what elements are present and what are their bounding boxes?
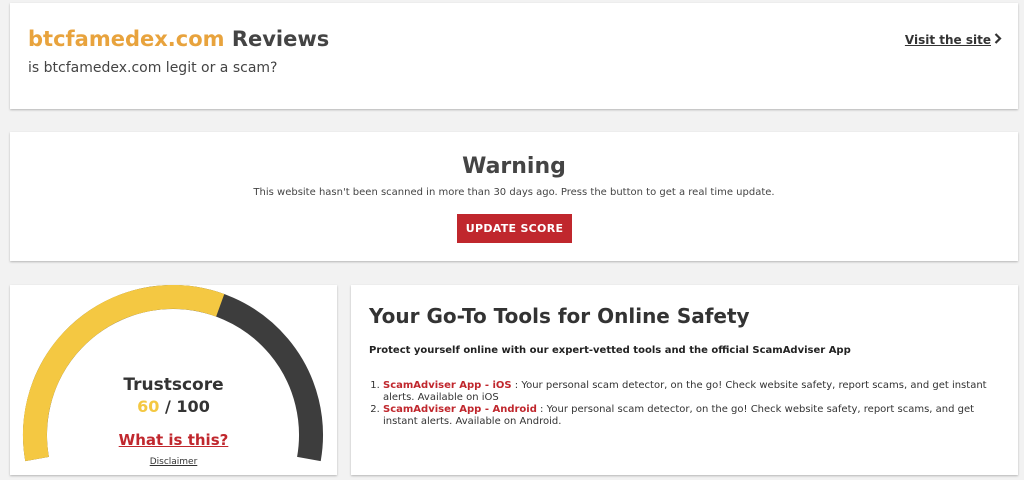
visit-site-label: Visit the site xyxy=(904,33,991,47)
disclaimer-link[interactable]: Disclaimer xyxy=(10,457,337,467)
page-title-suffix: Reviews xyxy=(224,27,330,51)
chevron-right-icon xyxy=(994,33,1002,47)
trustscore-separator: / xyxy=(159,397,177,416)
warning-card: Warning This website hasn't been scanned… xyxy=(10,132,1018,261)
trustscore-label: Trustscore xyxy=(123,375,224,395)
visit-site-link[interactable]: Visit the site xyxy=(905,33,1002,47)
warning-title: Warning xyxy=(462,154,566,179)
trustscore-max: 100 xyxy=(176,397,210,416)
page-title: btcfamedex.com Reviews xyxy=(28,27,329,51)
warning-text: This website hasn't been scanned in more… xyxy=(253,187,775,198)
trustscore-card: Trustscore 60 / 100 What is this? Discla… xyxy=(10,285,337,475)
trustscore-score: 60 xyxy=(137,397,160,416)
list-item: ScamAdviser App - Android : Your persona… xyxy=(383,404,1003,428)
trustscore-value: 60 / 100 xyxy=(10,397,337,416)
list-item: ScamAdviser App - iOS : Your personal sc… xyxy=(383,380,1003,404)
site-domain: btcfamedex.com xyxy=(28,27,225,51)
safety-tools-card: Your Go-To Tools for Online Safety Prote… xyxy=(351,285,1018,475)
review-header-card: btcfamedex.com Reviews is btcfamedex.com… xyxy=(10,3,1018,109)
tools-title: Your Go-To Tools for Online Safety xyxy=(369,304,750,328)
what-is-this-link[interactable]: What is this? xyxy=(10,431,337,449)
android-app-link[interactable]: ScamAdviser App - Android xyxy=(383,404,537,415)
tools-subtitle: Protect yourself online with our expert-… xyxy=(369,345,851,356)
ios-app-link[interactable]: ScamAdviser App - iOS xyxy=(383,380,512,391)
page-subtitle: is btcfamedex.com legit or a scam? xyxy=(28,60,278,76)
update-score-button[interactable]: UPDATE SCORE xyxy=(457,214,572,243)
tools-list: ScamAdviser App - iOS : Your personal sc… xyxy=(383,380,1003,428)
